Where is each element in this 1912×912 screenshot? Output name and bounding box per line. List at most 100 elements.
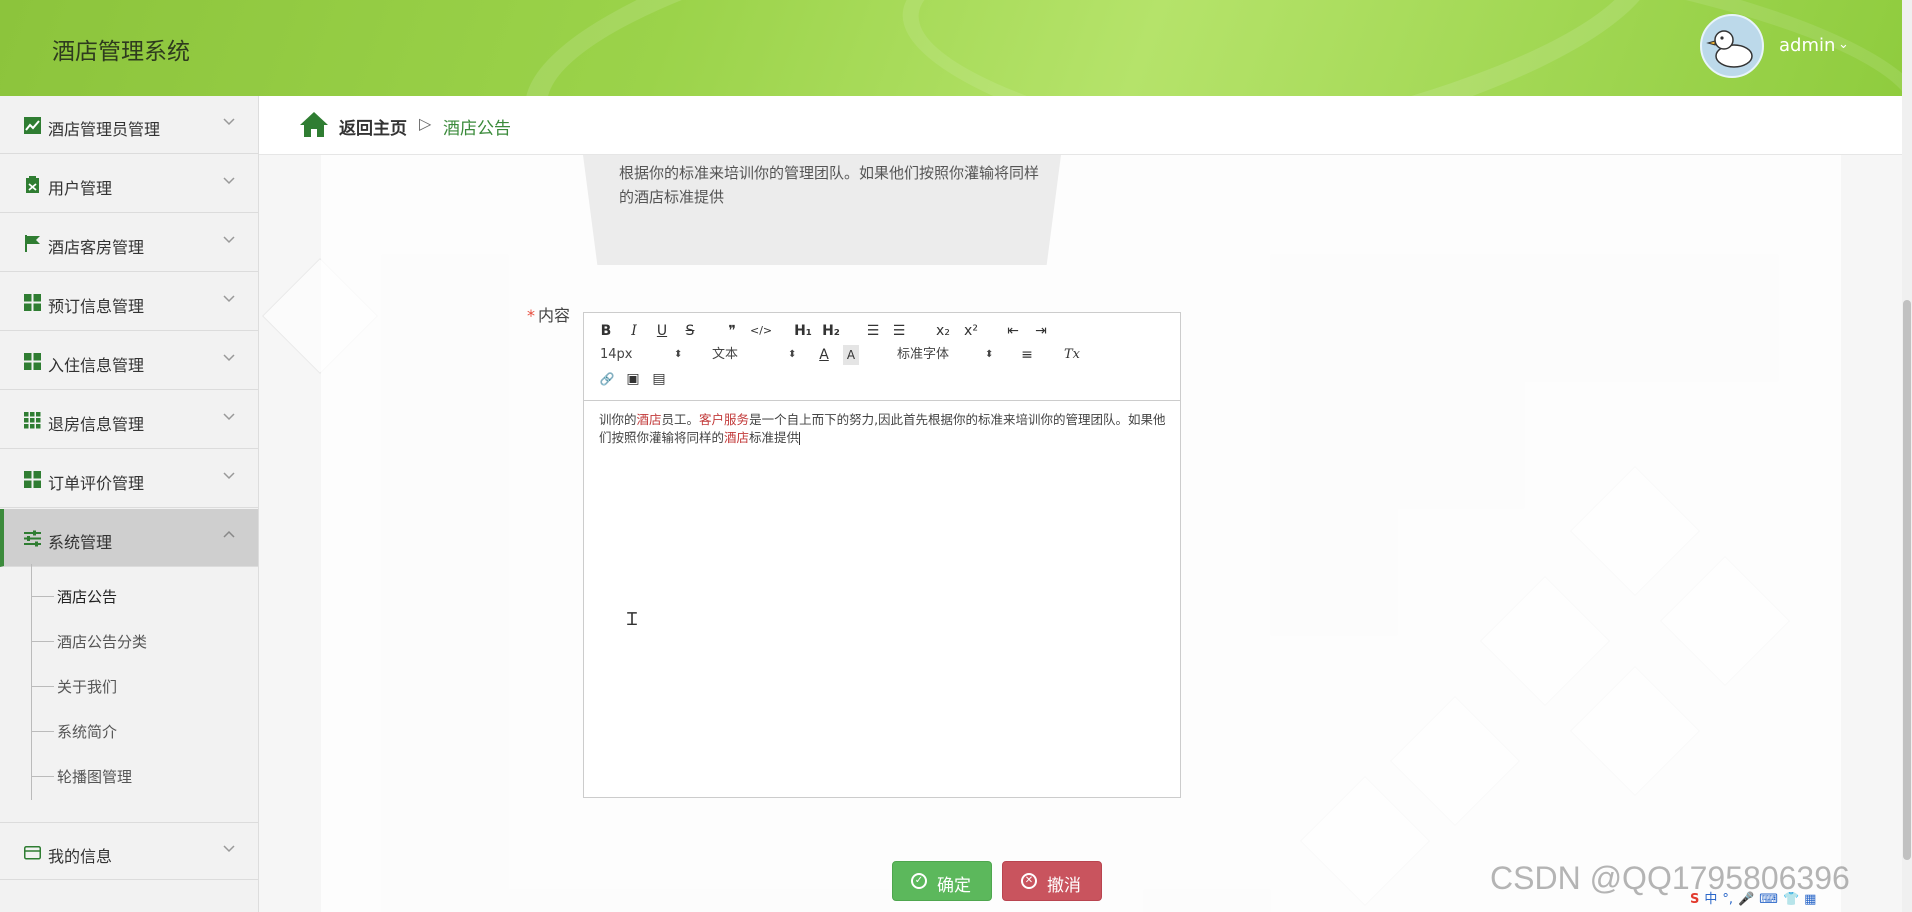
blockquote-button[interactable]: ❞: [724, 321, 740, 341]
sidebar-item-reservations[interactable]: 预订信息管理: [0, 273, 258, 331]
grid-icon: [24, 353, 41, 370]
sidebar: 酒店管理员管理 用户管理 酒店客房管理 预订信息管理 入住信息管理 退房信息管理…: [0, 96, 259, 912]
h1-button[interactable]: H₁: [793, 321, 813, 341]
select-arrows-icon: ⬍: [985, 349, 994, 360]
scrollbar-thumb[interactable]: [1903, 300, 1911, 860]
font-size-select[interactable]: 14px ⬍: [600, 345, 684, 365]
sidebar-item-label: 入住信息管理: [48, 356, 145, 375]
content-highlight: 客户服务: [699, 412, 750, 427]
clipboard-icon: [26, 176, 39, 193]
card-icon: [24, 846, 41, 860]
bullet-list-button[interactable]: ☰: [890, 321, 908, 341]
sidebar-item-users[interactable]: 用户管理: [0, 155, 258, 213]
bold-button[interactable]: B: [598, 321, 614, 341]
clean-format-button[interactable]: Tx: [1062, 345, 1082, 365]
tree-dash: [32, 731, 54, 732]
content-text: 员工。: [661, 412, 700, 427]
chevron-down-icon: [223, 236, 235, 244]
ime-punct-icon: °,: [1722, 892, 1734, 907]
submenu-tree-line: [31, 564, 32, 800]
breadcrumb-current: 酒店公告: [443, 119, 511, 139]
font-size-value: 14px: [600, 347, 633, 362]
flag-icon: [25, 235, 40, 252]
sliders-icon: [24, 530, 41, 547]
submenu-item-label: 酒店公告分类: [57, 633, 148, 651]
indent-button[interactable]: ⇥: [1032, 321, 1050, 341]
code-block-button[interactable]: </>: [750, 321, 772, 341]
text-caret: [799, 432, 801, 445]
close-circle-icon: ✕: [1021, 873, 1037, 889]
confirm-button[interactable]: ✓ 确定: [892, 861, 992, 901]
chevron-down-icon: [223, 295, 235, 303]
preview-text-box: 根据你的标准来培训你的管理团队。如果他们按照你灌输将同样的酒店标准提供: [583, 155, 1061, 265]
align-button[interactable]: ≡: [1018, 345, 1036, 365]
editor-content[interactable]: 训你的酒店员工。客户服务是一个自上而下的努力,因此首先根据你的标准来培训你的管理…: [599, 411, 1169, 447]
chevron-up-icon: [223, 530, 235, 538]
select-arrows-icon: ⬍: [674, 349, 683, 360]
grid-icon: [24, 294, 41, 311]
video-button[interactable]: ▤: [650, 369, 668, 389]
ime-logo-icon: S: [1690, 892, 1700, 907]
home-icon[interactable]: [299, 111, 329, 138]
skin-icon: 👕: [1782, 892, 1800, 907]
content-text: 标准提供: [749, 430, 800, 445]
sidebar-item-label: 预订信息管理: [48, 297, 145, 316]
rich-text-editor[interactable]: B I U S ❞ </> H₁ H₂ ☰ ☰ x₂ x² ⇤ ⇥ 14px ⬍: [583, 312, 1181, 798]
strike-button[interactable]: S: [682, 321, 698, 341]
tree-dash: [32, 686, 54, 687]
breadcrumb: 返回主页 ▷ 酒店公告: [259, 96, 1902, 155]
user-dropdown-caret[interactable]: ⌄: [1838, 37, 1849, 52]
background-color-button[interactable]: A: [843, 345, 859, 365]
font-family-select[interactable]: 标准字体 ⬍: [897, 345, 993, 365]
chevron-down-icon: [223, 413, 235, 421]
confirm-label: 确定: [937, 876, 971, 896]
user-name[interactable]: admin: [1779, 35, 1835, 56]
content-field-label: * 内容: [527, 302, 570, 326]
sidebar-item-checkout[interactable]: 退房信息管理: [0, 391, 258, 449]
main-content: 根据你的标准来培训你的管理团队。如果他们按照你灌输将同样的酒店标准提供 * 内容 …: [259, 155, 1902, 912]
content-label-text: 内容: [538, 306, 571, 325]
image-button[interactable]: ▣: [624, 369, 642, 389]
header-select[interactable]: 文本 ⬍: [712, 345, 796, 365]
app-title: 酒店管理系统: [52, 39, 190, 65]
sidebar-item-label: 退房信息管理: [48, 415, 145, 434]
sidebar-item-system[interactable]: 系统管理: [0, 509, 258, 567]
submenu-item-label: 系统简介: [57, 723, 118, 741]
text-color-button[interactable]: A: [816, 345, 832, 365]
content-text: 训你的: [599, 412, 637, 427]
page-scrollbar[interactable]: [1902, 0, 1912, 912]
content-highlight: 酒店: [724, 430, 750, 445]
chevron-down-icon: [223, 118, 235, 126]
sidebar-item-my-info[interactable]: 我的信息: [0, 822, 258, 880]
submenu-item-label: 轮播图管理: [57, 768, 133, 786]
link-button[interactable]: 🔗: [598, 369, 616, 389]
h2-button[interactable]: H₂: [821, 321, 841, 341]
top-header: 酒店管理系统 admin ⌄: [0, 0, 1902, 96]
sidebar-item-label: 我的信息: [48, 847, 113, 866]
submenu-item-label: 关于我们: [57, 678, 118, 696]
chevron-down-icon: [223, 177, 235, 185]
select-arrows-icon: ⬍: [788, 349, 797, 360]
check-circle-icon: ✓: [911, 873, 927, 889]
superscript-button[interactable]: x²: [961, 321, 981, 341]
sidebar-item-reviews[interactable]: 订单评价管理: [0, 450, 258, 508]
cancel-button[interactable]: ✕ 撤消: [1002, 861, 1102, 901]
sidebar-item-rooms[interactable]: 酒店客房管理: [0, 214, 258, 272]
system-tray: S 中 °, 🎤 ⌨ 👕 ▦: [1690, 888, 1821, 910]
subscript-button[interactable]: x₂: [933, 321, 953, 341]
ordered-list-button[interactable]: ☰: [864, 321, 882, 341]
chart-icon: [24, 117, 41, 134]
user-avatar[interactable]: [1700, 14, 1764, 78]
underline-button[interactable]: U: [654, 321, 670, 341]
sidebar-item-checkin[interactable]: 入住信息管理: [0, 332, 258, 390]
breadcrumb-home-link[interactable]: 返回主页: [339, 114, 407, 139]
outdent-button[interactable]: ⇤: [1004, 321, 1022, 341]
tree-dash: [32, 776, 54, 777]
font-family-value: 标准字体: [897, 347, 950, 362]
chevron-down-icon: [223, 472, 235, 480]
italic-button[interactable]: I: [626, 321, 642, 341]
required-mark: *: [527, 306, 535, 325]
submenu-item-label: 酒店公告: [57, 588, 118, 606]
sidebar-item-label: 用户管理: [48, 179, 113, 198]
sidebar-item-hotel-admins[interactable]: 酒店管理员管理: [0, 96, 258, 154]
